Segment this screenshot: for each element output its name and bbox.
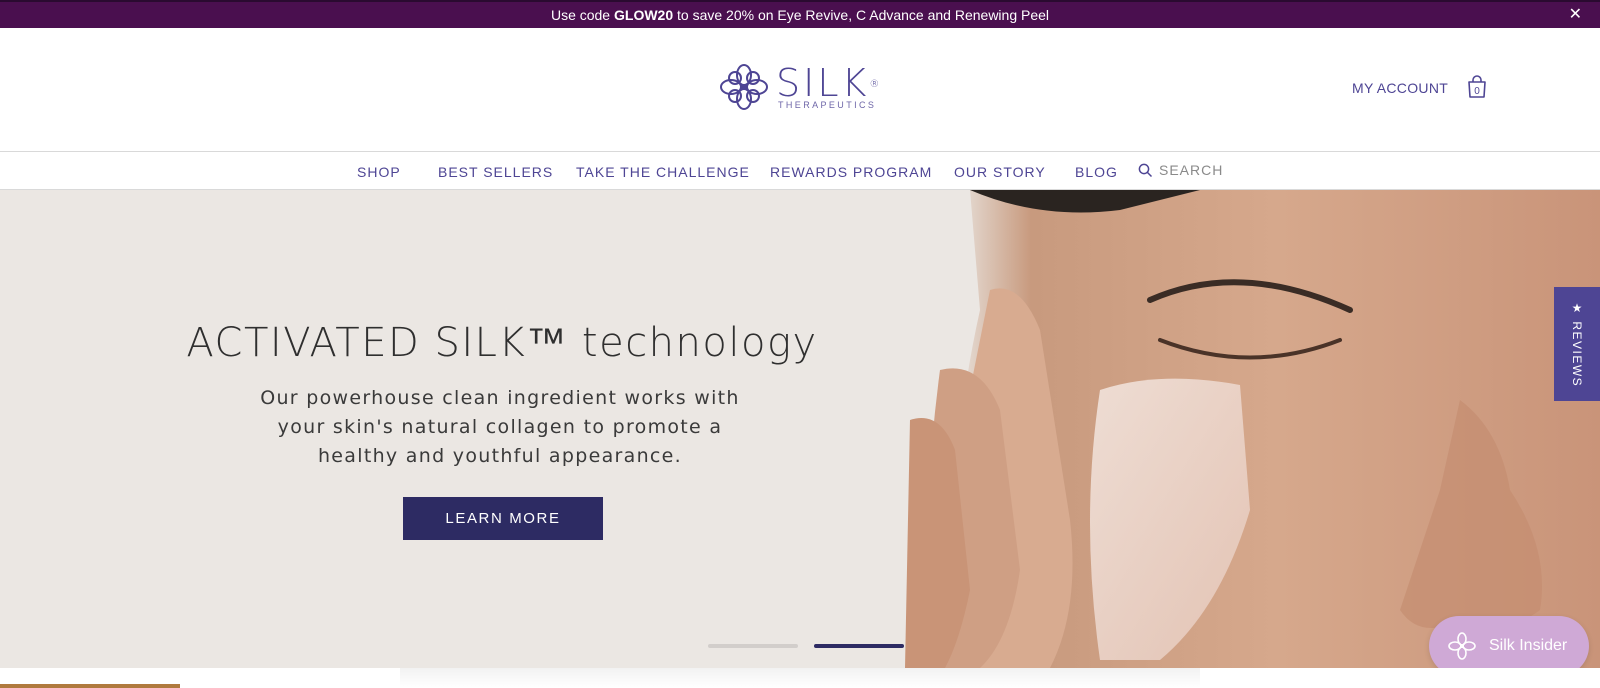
search-box xyxy=(1138,162,1279,178)
announcement-prefix: Use code xyxy=(550,7,614,23)
carousel-dot-1[interactable] xyxy=(708,644,798,648)
search-input[interactable] xyxy=(1159,162,1279,178)
carousel-dot-2[interactable] xyxy=(814,644,904,648)
silk-flower-logo-icon xyxy=(720,64,768,110)
silk-flower-icon xyxy=(1448,632,1476,660)
hero-face-image xyxy=(900,190,1600,668)
hero-description: Our powerhouse clean ingredient works wi… xyxy=(260,387,740,467)
cart-count: 0 xyxy=(1474,86,1480,97)
hero-banner: ACTIVATED SILK™ technology Our powerhous… xyxy=(0,190,1600,668)
logo-subtitle: THERAPEUTICS xyxy=(778,100,877,110)
nav-item-best-sellers[interactable]: BEST SELLERS xyxy=(438,164,553,180)
search-icon[interactable] xyxy=(1138,163,1153,178)
logo-wordmark: SILK® THERAPEUTICS xyxy=(776,64,879,110)
logo-title: SILK® xyxy=(776,61,880,105)
announcement-suffix: to save 20% on Eye Revive, C Advance and… xyxy=(673,7,1050,23)
close-icon[interactable]: ✕ xyxy=(1569,5,1582,25)
reviews-tab[interactable]: ★ REVIEWS xyxy=(1554,287,1600,401)
silk-insider-label: Silk Insider xyxy=(1489,637,1568,654)
cart-button[interactable]: 0 xyxy=(1467,75,1487,99)
announcement-text: Use code GLOW20 to save 20% on Eye Reviv… xyxy=(551,7,1049,23)
hero-title: ACTIVATED SILK™ technology xyxy=(186,320,818,366)
announcement-bar: Use code GLOW20 to save 20% on Eye Reviv… xyxy=(0,0,1600,28)
my-account-link[interactable]: MY ACCOUNT xyxy=(1352,80,1448,96)
silk-insider-widget[interactable]: Silk Insider xyxy=(1429,616,1589,676)
main-nav: SHOP BEST SELLERS TAKE THE CHALLENGE REW… xyxy=(0,151,1600,190)
site-header: SILK® THERAPEUTICS MY ACCOUNT 0 xyxy=(0,28,1600,152)
nav-item-shop[interactable]: SHOP xyxy=(357,164,401,180)
next-section-image-edge xyxy=(0,684,180,688)
next-section-shadow xyxy=(400,668,1200,688)
nav-item-blog[interactable]: BLOG xyxy=(1075,164,1118,180)
shopping-bag-icon: 0 xyxy=(1468,75,1486,98)
nav-item-rewards-program[interactable]: REWARDS PROGRAM xyxy=(770,164,932,180)
carousel-indicators xyxy=(708,644,904,648)
reviews-tab-label: ★ REVIEWS xyxy=(1570,300,1584,388)
nav-item-our-story[interactable]: OUR STORY xyxy=(954,164,1046,180)
promo-code: GLOW20 xyxy=(614,7,674,23)
logo[interactable]: SILK® THERAPEUTICS xyxy=(718,62,879,112)
registered-mark: ® xyxy=(869,79,880,90)
learn-more-button[interactable]: LEARN MORE xyxy=(403,497,603,540)
nav-item-take-the-challenge[interactable]: TAKE THE CHALLENGE xyxy=(576,164,750,180)
